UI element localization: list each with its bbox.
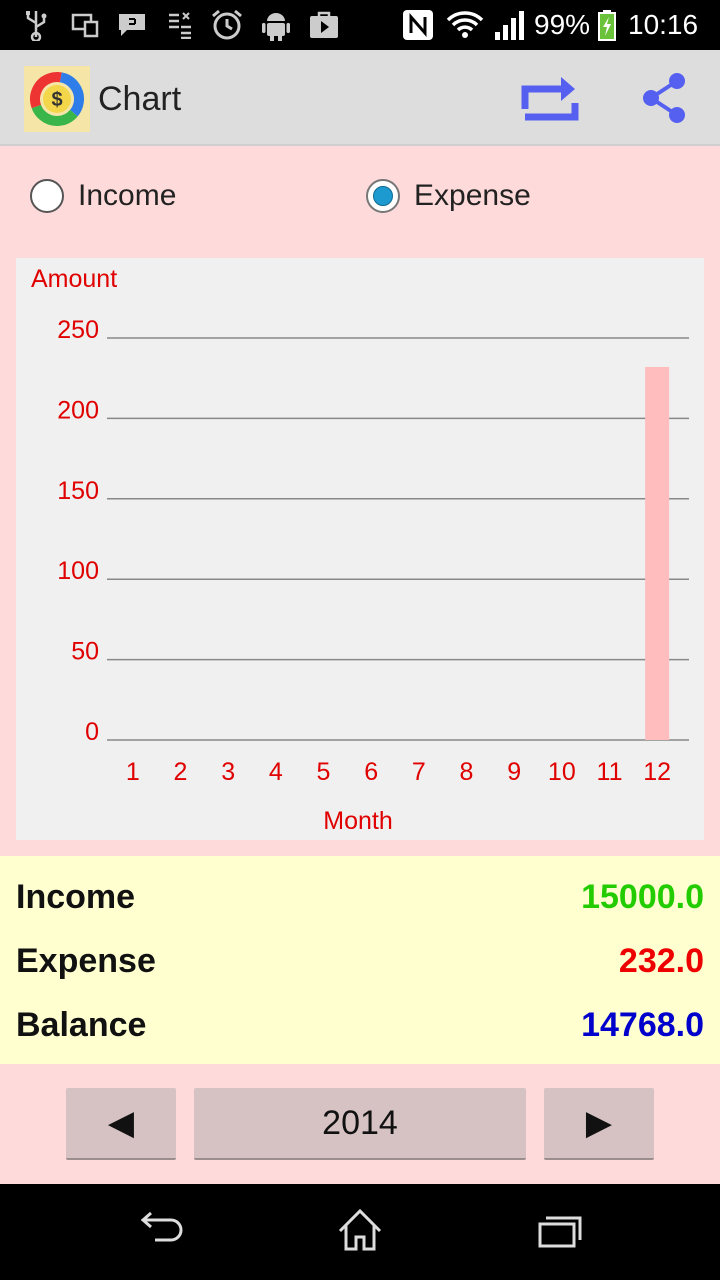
y-tick-label: 250 xyxy=(57,316,99,344)
app-logo: $ xyxy=(24,66,90,132)
back-icon xyxy=(135,1210,185,1255)
share-icon xyxy=(639,71,689,130)
battery-percent: 99% xyxy=(534,9,591,40)
expense-radio[interactable]: Expense xyxy=(366,176,531,216)
app-bar: $ Chart xyxy=(0,50,720,146)
income-value: 15000.0 xyxy=(581,877,704,916)
share-button[interactable] xyxy=(632,70,696,130)
income-label: Income xyxy=(16,877,136,916)
content-area: Income Expense Amount 0 50 100 150 200 250 1 2 3 4… xyxy=(0,146,720,1184)
home-button[interactable] xyxy=(330,1204,390,1260)
expense-label: Expense xyxy=(16,941,156,980)
status-bar: 99% 10:16 xyxy=(0,0,720,50)
data-icon xyxy=(166,9,194,41)
x-tick-label: 5 xyxy=(317,758,331,786)
message-icon xyxy=(116,9,148,41)
home-icon xyxy=(336,1207,384,1258)
bar-chart: Amount0501001502002501 2 3 4 5 6 7 8 9 10 11 12Mont… xyxy=(31,265,689,835)
nfc-icon xyxy=(400,9,436,41)
y-tick-label: 150 xyxy=(57,477,99,505)
expense-row: Expense 232.0 xyxy=(16,936,704,986)
svg-text:$: $ xyxy=(51,89,62,111)
x-axis-label: Month xyxy=(323,807,392,835)
x-tick-label: 9 xyxy=(507,758,521,786)
android-icon xyxy=(260,9,292,41)
x-tick-label: 7 xyxy=(412,758,426,786)
y-tick-label: 100 xyxy=(57,557,99,585)
x-tick-label: 4 xyxy=(269,758,283,786)
signal-icon xyxy=(492,9,526,41)
bar-month-12 xyxy=(645,366,670,740)
balance-label: Balance xyxy=(16,1005,147,1044)
x-tick-label: 8 xyxy=(460,758,474,786)
clock: 10:16 xyxy=(628,9,699,40)
year-label: 2014 xyxy=(322,1103,398,1142)
balance-row: Balance 14768.0 xyxy=(16,1000,704,1050)
next-arrow-icon: ▶ xyxy=(585,1104,613,1142)
switch-icon xyxy=(521,73,579,128)
y-tick-label: 200 xyxy=(57,396,99,424)
chart-panel: Amount 0 50 100 150 200 250 1 2 3 4 5 6 7 8 9 10 11 12 Mont… xyxy=(16,258,704,840)
income-radio-label: Income xyxy=(78,179,177,212)
x-tick-label: 2 xyxy=(174,758,188,786)
radio-selected-dot xyxy=(373,186,393,206)
x-tick-label: 12 xyxy=(643,758,671,786)
expense-radio-circle[interactable] xyxy=(366,179,400,213)
store-icon xyxy=(308,9,340,41)
usb-icon xyxy=(20,9,52,41)
x-tick-label: 1 xyxy=(126,758,140,786)
year-button[interactable]: 2014 xyxy=(194,1088,526,1160)
next-year-button[interactable]: ▶ xyxy=(544,1088,654,1160)
recents-button[interactable] xyxy=(530,1204,590,1260)
y-tick-label: 50 xyxy=(71,638,99,666)
system-nav-bar xyxy=(0,1184,720,1280)
expense-value: 232.0 xyxy=(618,941,704,980)
wifi-icon xyxy=(446,9,484,41)
summary-panel: Income 15000.0 Expense 232.0 Balance 147… xyxy=(0,856,720,1064)
alarm-icon xyxy=(210,9,244,41)
prev-year-button[interactable]: ◀ xyxy=(66,1088,176,1160)
switch-button[interactable] xyxy=(518,70,582,130)
y-tick-label: 0 xyxy=(85,718,99,746)
expense-radio-label: Expense xyxy=(414,179,531,212)
x-tick-label: 10 xyxy=(548,758,576,786)
x-tick-label: 11 xyxy=(597,758,623,786)
battery-charging-icon xyxy=(596,9,618,41)
income-radio-circle[interactable] xyxy=(30,179,64,213)
y-axis-label: Amount xyxy=(31,265,117,293)
x-tick-label: 3 xyxy=(221,758,235,786)
x-tick-label: 6 xyxy=(364,758,378,786)
app-title: Chart xyxy=(98,80,182,118)
income-row: Income 15000.0 xyxy=(16,872,704,922)
prev-arrow-icon: ◀ xyxy=(107,1104,135,1142)
devices-icon xyxy=(70,9,102,41)
income-radio[interactable]: Income xyxy=(30,176,176,216)
back-button[interactable] xyxy=(130,1204,190,1260)
recents-icon xyxy=(536,1210,584,1255)
balance-value: 14768.0 xyxy=(581,1005,704,1044)
